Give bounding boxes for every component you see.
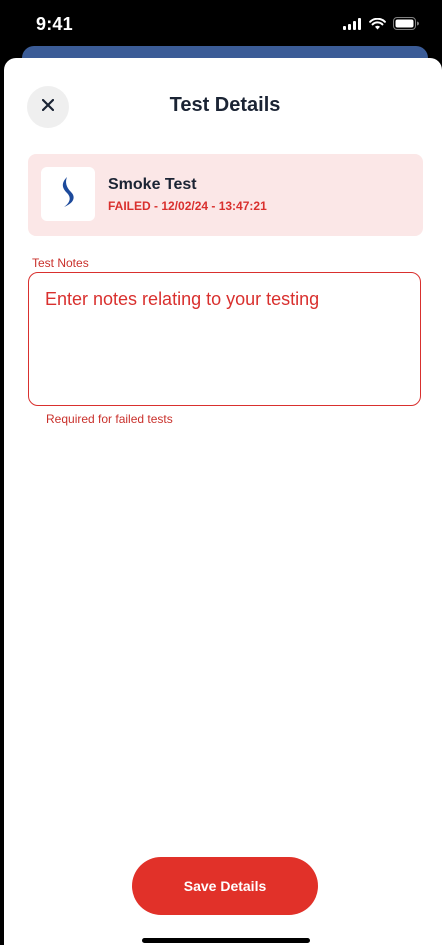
test-logo (41, 167, 95, 221)
test-name: Smoke Test (108, 176, 197, 193)
notes-helper-text: Required for failed tests (46, 412, 173, 426)
notes-label: Test Notes (32, 256, 89, 270)
save-details-button[interactable]: Save Details (132, 857, 318, 915)
test-status: FAILED - 12/02/24 - 13:47:21 (108, 199, 267, 213)
test-summary-card: Smoke Test FAILED - 12/02/24 - 13:47:21 (28, 154, 423, 236)
battery-icon (393, 17, 420, 35)
signal-icon (343, 17, 362, 35)
notes-field[interactable] (28, 272, 421, 406)
home-indicator (142, 938, 310, 943)
wifi-icon (369, 17, 386, 35)
smoke-icon (58, 176, 78, 213)
status-bar: 9:41 (0, 0, 442, 44)
page-title: Test Details (169, 94, 281, 116)
test-details-sheet: Test Details Smoke Test FAILED - 12/02/2… (4, 58, 442, 945)
status-time: 9:41 (36, 14, 73, 34)
status-icons (343, 17, 420, 35)
